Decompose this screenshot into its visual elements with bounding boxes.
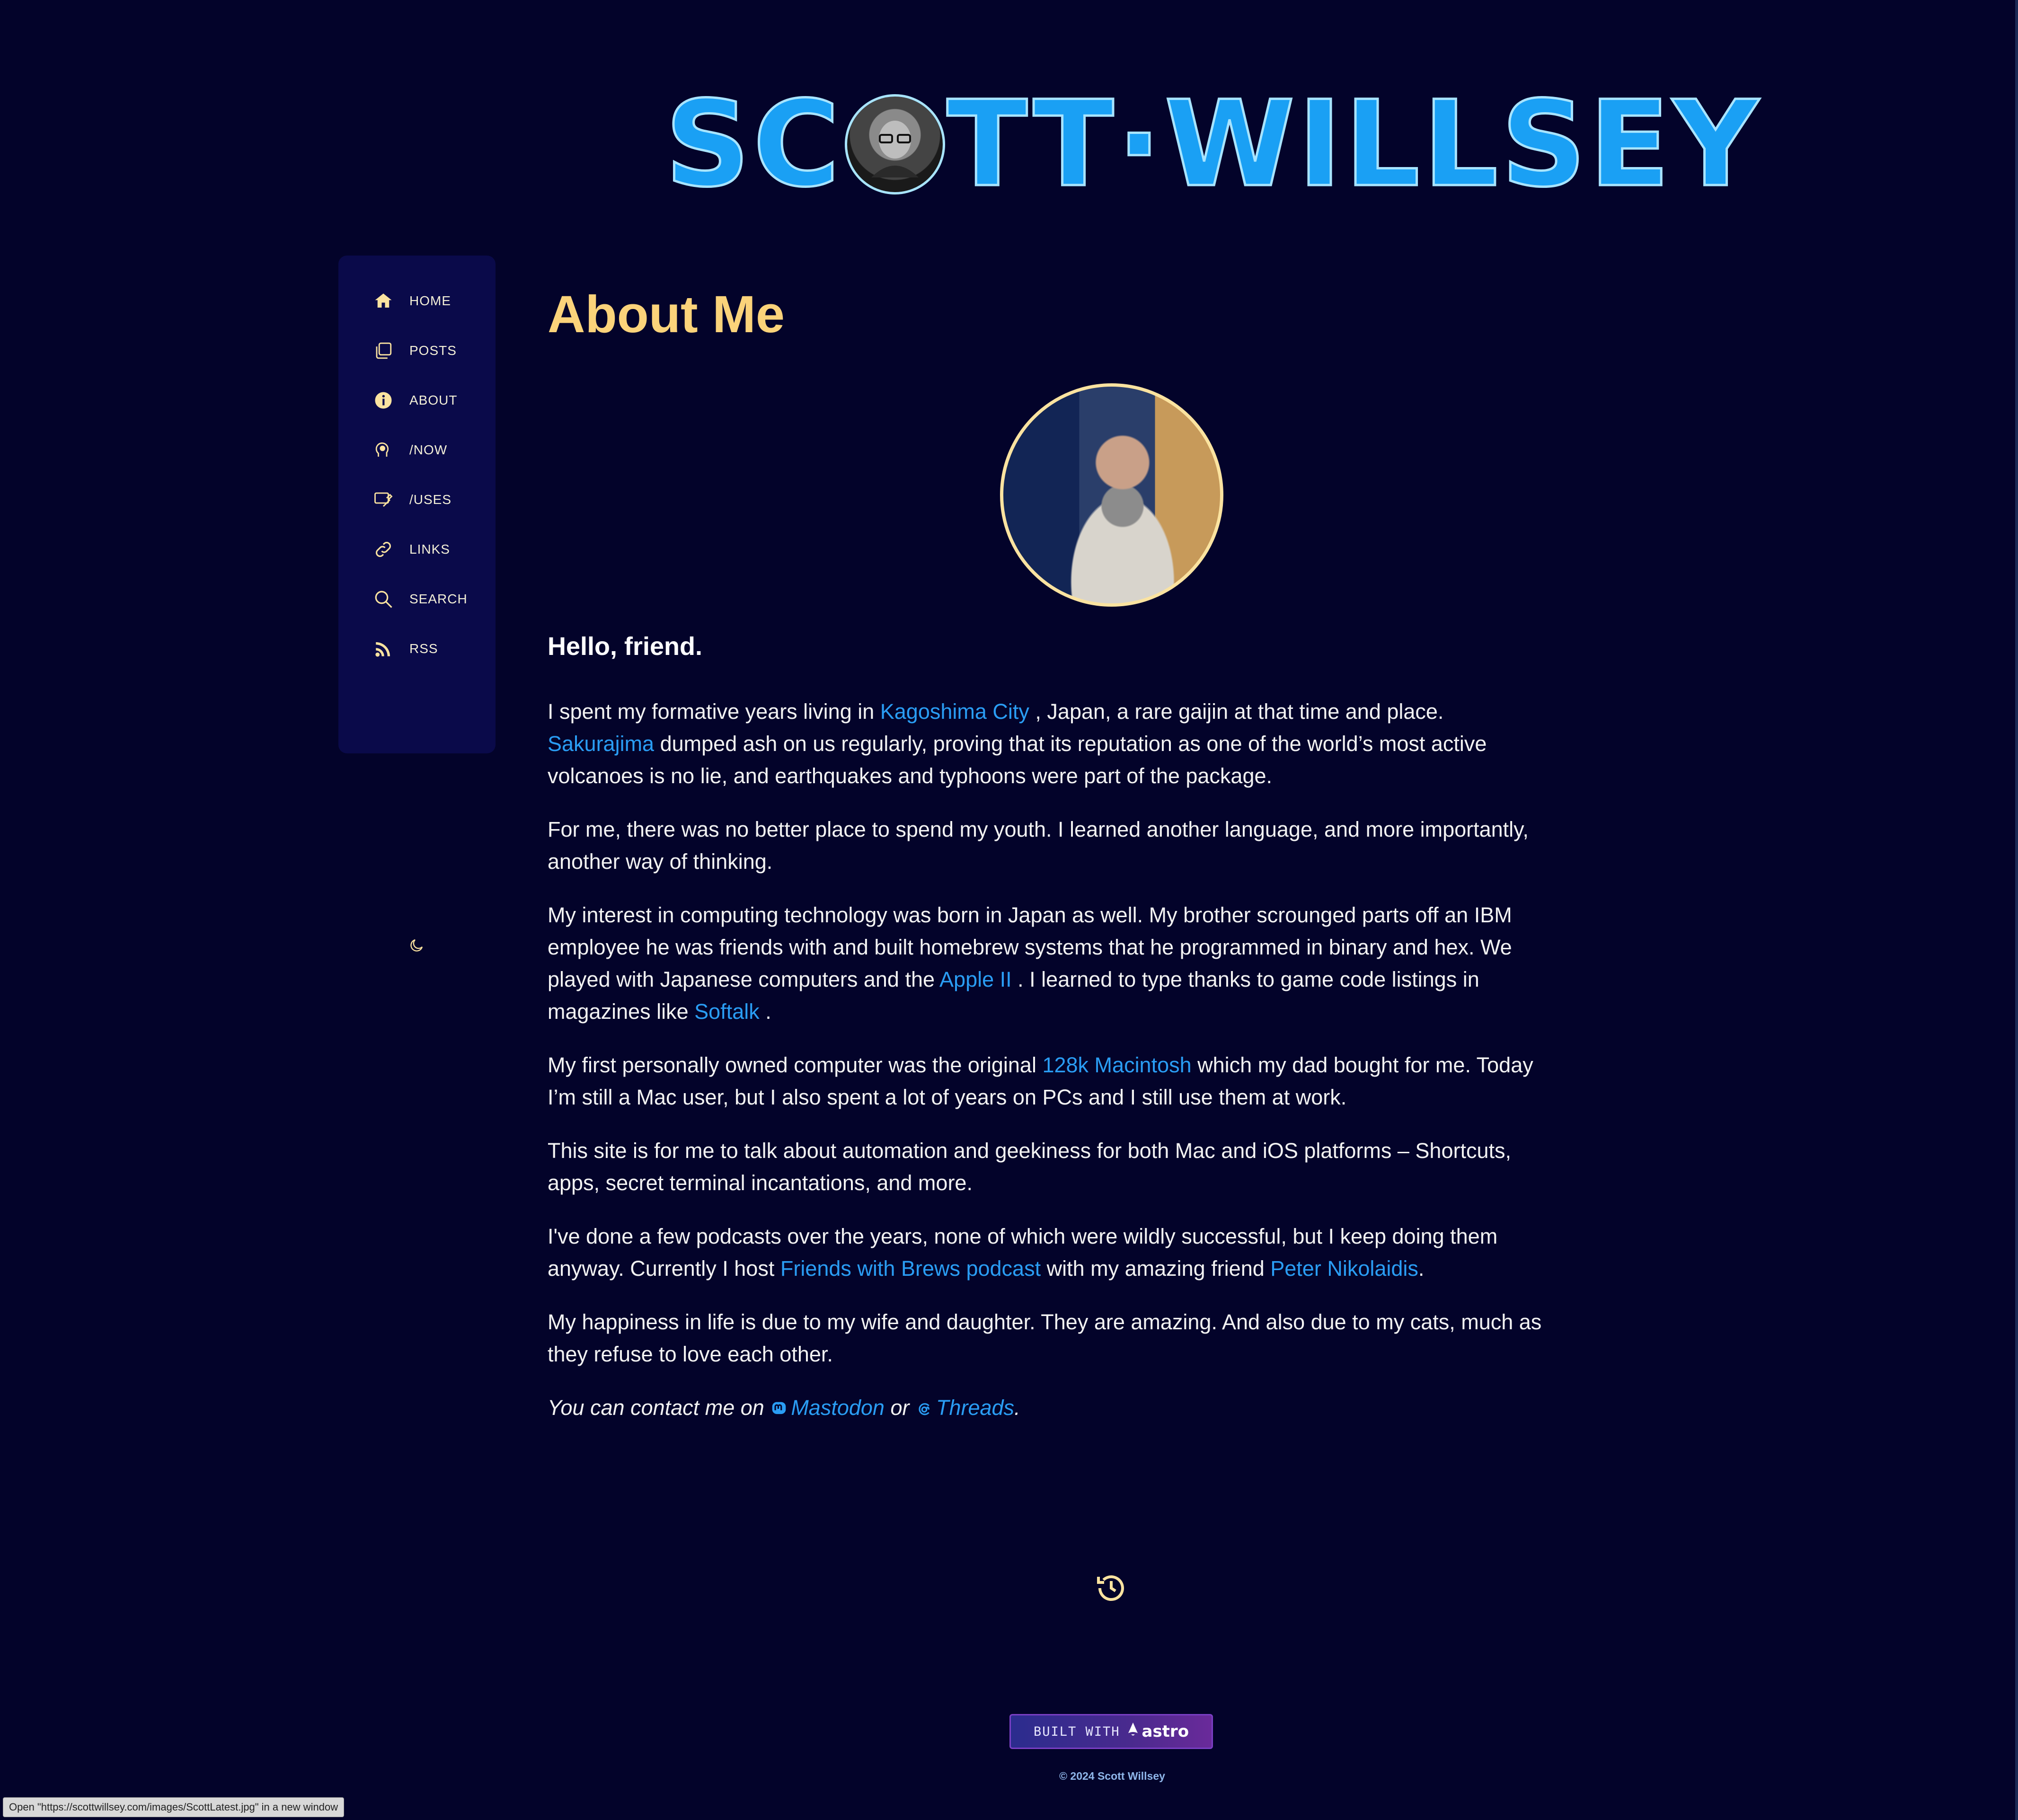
main-content: About Me Hello, friend. I spent my forma… <box>548 279 1546 1420</box>
sidebar-item-now[interactable]: /NOW <box>372 436 447 464</box>
link-softalk[interactable]: Softalk <box>694 999 760 1024</box>
text: My first personally owned computer was t… <box>548 1053 1043 1077</box>
sidebar-item-posts[interactable]: POSTS <box>372 336 457 365</box>
sidebar-item-uses[interactable]: /USES <box>372 486 451 514</box>
greeting-heading: Hello, friend. <box>548 632 703 661</box>
text: with my amazing friend <box>1041 1256 1271 1281</box>
sidebar-item-label: ABOUT <box>409 393 458 407</box>
portrait-link[interactable] <box>1000 383 1223 607</box>
link-icon <box>372 538 395 561</box>
astro-icon <box>1127 1722 1139 1741</box>
astro-word: astro <box>1142 1722 1189 1741</box>
window-edge <box>2015 0 2018 1820</box>
sidebar-item-label: POSTS <box>409 343 457 358</box>
link-threads[interactable]: Threads <box>915 1396 1014 1420</box>
page-title: About Me <box>548 285 785 344</box>
copyright: © 2024 Scott Willsey <box>1059 1770 1165 1782</box>
uses-icon <box>372 488 395 512</box>
sidebar-item-label: HOME <box>409 293 451 308</box>
paragraph-computing: My interest in computing technology was … <box>548 899 1546 1028</box>
paragraph-kagoshima: I spent my formative years living in Kag… <box>548 696 1546 792</box>
text: You can contact me on <box>548 1396 770 1420</box>
sidebar-item-label: RSS <box>409 641 438 656</box>
info-icon <box>372 389 395 412</box>
home-icon <box>372 289 395 313</box>
link-mastodon[interactable]: Mastodon <box>770 1396 885 1420</box>
text: , Japan, a rare gaijin at that time and … <box>1029 699 1444 724</box>
text: or <box>884 1396 915 1420</box>
paragraph-site-purpose: This site is for me to talk about automa… <box>548 1139 1512 1195</box>
text: dumped ash on us regularly, proving that… <box>548 732 1487 788</box>
link-label: Threads <box>936 1396 1015 1420</box>
text: I spent my formative years living in <box>548 699 880 724</box>
threads-icon <box>915 1395 933 1415</box>
link-label: Mastodon <box>791 1396 885 1420</box>
history-icon[interactable] <box>1093 1570 1129 1606</box>
paragraph-podcasts: I've done a few podcasts over the years,… <box>548 1220 1546 1285</box>
search-icon <box>372 587 395 611</box>
browser-status-bar: Open "https://scottwillsey.com/images/Sc… <box>3 1797 345 1817</box>
text: . <box>759 999 771 1024</box>
logo-wordmark: SC TT·WILLSEY <box>664 75 1761 213</box>
sidebar-item-links[interactable]: LINKS <box>372 535 450 564</box>
sidebar-item-search[interactable]: SEARCH <box>372 585 468 613</box>
built-with-astro-badge[interactable]: BUILT WITH astro <box>1009 1714 1213 1749</box>
text: . <box>1418 1256 1425 1281</box>
paragraph-youth: For me, there was no better place to spe… <box>548 817 1529 874</box>
sidebar-item-label: LINKS <box>409 542 450 557</box>
posts-icon <box>372 339 395 362</box>
sidebar-item-home[interactable]: HOME <box>372 287 451 315</box>
sidebar-item-label: /USES <box>409 492 452 507</box>
paragraph-contact: You can contact me on Mastodon or Thread… <box>548 1392 1546 1424</box>
sidebar-item-label: /NOW <box>409 442 448 457</box>
mastodon-icon <box>770 1395 788 1414</box>
logo-text-left: SC <box>664 75 843 213</box>
link-friends-with-brews[interactable]: Friends with Brews podcast <box>780 1256 1041 1281</box>
about-body: I spent my formative years living in Kag… <box>548 696 1546 1445</box>
sidebar-nav: HOME POSTS ABOUT /NOW /USES LINKS SEARCH… <box>338 256 496 952</box>
link-128k-macintosh[interactable]: 128k Macintosh <box>1042 1053 1191 1077</box>
now-icon <box>372 438 395 462</box>
text: . <box>1014 1396 1020 1420</box>
site-logo[interactable]: SC TT·WILLSEY <box>664 75 1761 213</box>
sidebar-item-label: SEARCH <box>409 592 468 606</box>
theme-toggle-button[interactable] <box>405 935 428 958</box>
moon-icon <box>408 937 425 956</box>
sidebar-item-about[interactable]: ABOUT <box>372 386 457 415</box>
logo-text-right: TT·WILLSEY <box>946 75 1761 213</box>
paragraph-macintosh: My first personally owned computer was t… <box>548 1049 1546 1113</box>
rss-icon <box>372 637 395 661</box>
portrait-image <box>1000 383 1223 607</box>
built-with-label: BUILT WITH <box>1033 1724 1120 1739</box>
link-peter-nikolaidis[interactable]: Peter Nikolaidis <box>1270 1256 1418 1281</box>
sidebar-item-rss[interactable]: RSS <box>372 635 438 663</box>
logo-avatar <box>844 94 945 194</box>
astro-logo: astro <box>1127 1722 1189 1741</box>
link-kagoshima-city[interactable]: Kagoshima City <box>880 699 1029 724</box>
paragraph-family: My happiness in life is due to my wife a… <box>548 1310 1542 1366</box>
link-sakurajima[interactable]: Sakurajima <box>548 732 654 756</box>
link-apple-ii[interactable]: Apple II <box>939 967 1012 991</box>
